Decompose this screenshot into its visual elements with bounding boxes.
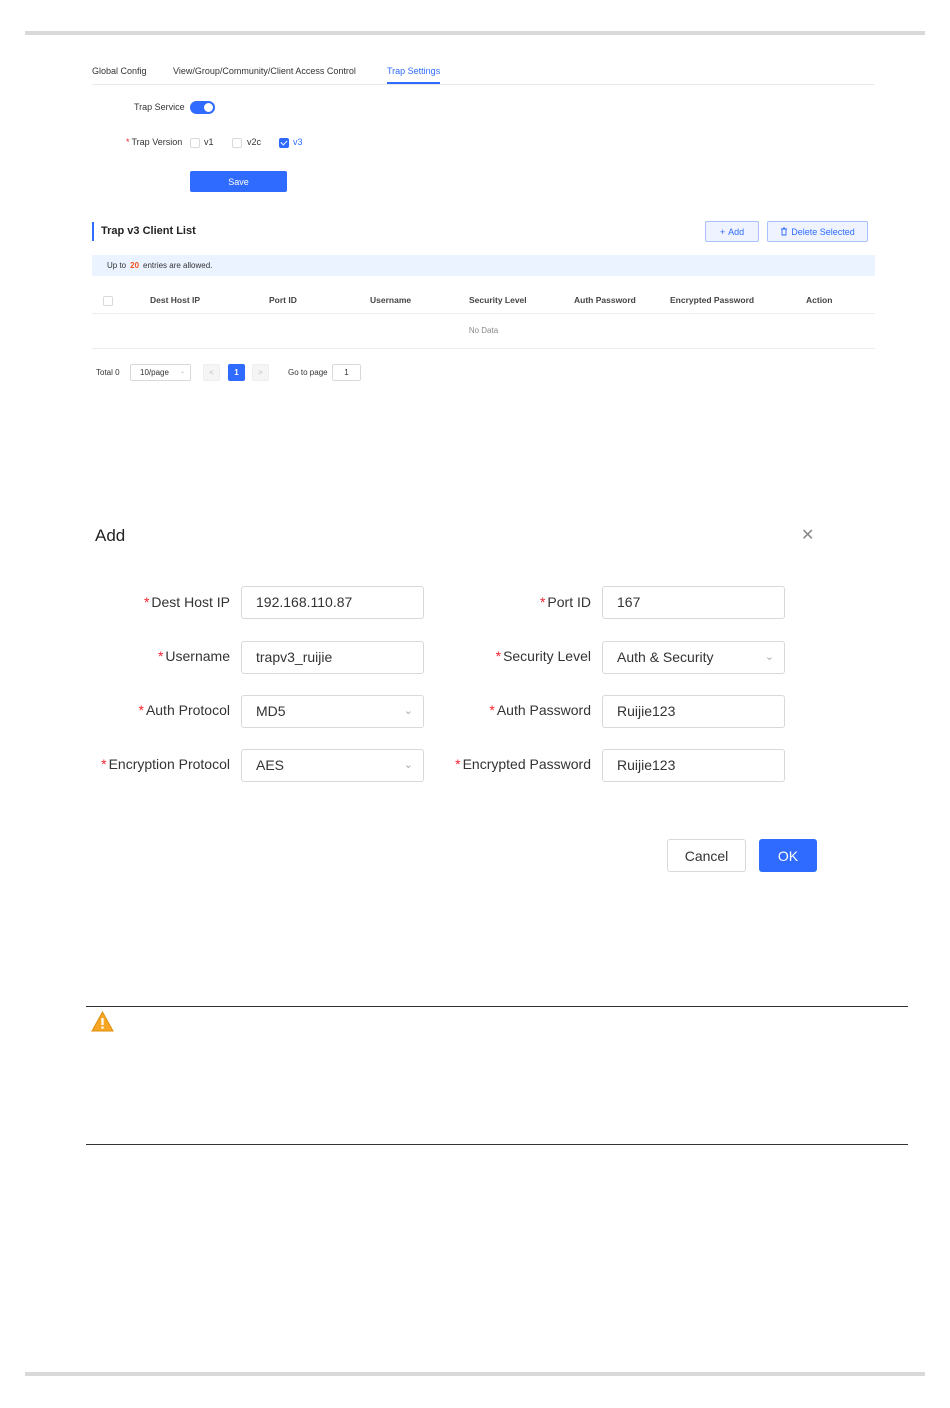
goto-page-input[interactable]: 1 (332, 364, 361, 381)
security-level-label: * Security Level (495, 648, 591, 664)
encrypted-password-input[interactable]: Ruijie123 (602, 749, 785, 782)
pagination-total: Total 0 (96, 368, 120, 377)
col-username: Username (370, 295, 412, 305)
tab-trap-settings[interactable]: Trap Settings (387, 66, 440, 76)
page-bottom-rule (25, 1372, 925, 1376)
port-id-input[interactable]: 167 (602, 586, 785, 619)
encryption-protocol-label: * Encryption Protocol (101, 756, 230, 772)
delete-selected-label: Delete Selected (791, 226, 855, 237)
table-empty-text: No Data (468, 326, 499, 335)
warning-top-rule (86, 1006, 908, 1007)
col-auth-password: Auth Password (574, 295, 636, 305)
tab-access-control[interactable]: View/Group/Community/Client Access Contr… (173, 66, 356, 76)
notice-count: 20 (130, 261, 140, 270)
goto-page-label: Go to page (288, 368, 328, 377)
col-dest-host-ip: Dest Host IP (150, 295, 201, 305)
page-size-select[interactable]: 10/page ⌄ (130, 364, 191, 381)
auth-password-input[interactable]: Ruijie123 (602, 695, 785, 728)
version-v3-label: v3 (293, 137, 303, 147)
version-v3-checkbox[interactable] (279, 138, 289, 148)
col-security-level: Security Level (469, 295, 527, 305)
dest-host-ip-label: * Dest Host IP (143, 594, 230, 610)
page-top-rule (25, 31, 925, 35)
active-tab-indicator (387, 82, 440, 84)
add-button-label: Add (728, 226, 745, 237)
warning-icon (91, 1011, 114, 1032)
notice-suffix: entries are allowed. (143, 261, 213, 270)
table-header-divider (92, 313, 875, 314)
table-bottom-divider (92, 348, 875, 349)
chevron-down-icon: ⌄ (179, 369, 185, 375)
add-button[interactable]: + Add (705, 221, 759, 242)
auth-protocol-label: * Auth Protocol (138, 702, 230, 718)
trash-icon (781, 227, 788, 236)
tab-global-config[interactable]: Global Config (92, 66, 147, 76)
version-v2c-checkbox[interactable] (232, 138, 242, 148)
plus-icon: + (719, 226, 726, 237)
dest-host-ip-input[interactable]: 192.168.110.87 (241, 586, 424, 619)
client-list-title: Trap v3 Client List (92, 222, 196, 241)
chevron-down-icon: ⌄ (403, 705, 413, 717)
encrypted-password-label: * Encrypted Password (455, 756, 591, 772)
version-v2c-label: v2c (247, 137, 262, 147)
version-v1-label: v1 (204, 137, 214, 147)
auth-password-label: * Auth Password (489, 702, 591, 718)
version-v1-checkbox[interactable] (190, 138, 200, 148)
next-page-button[interactable]: > (252, 364, 269, 381)
close-icon[interactable]: ✕ (801, 525, 814, 545)
page-1-button[interactable]: 1 (228, 364, 245, 381)
col-port-id: Port ID (269, 295, 297, 305)
chevron-down-icon: ⌄ (764, 651, 774, 663)
modal-title: Add (95, 526, 126, 545)
col-action: Action (806, 295, 833, 305)
port-id-label: * Port ID (539, 594, 591, 610)
security-level-select[interactable]: Auth & Security ⌄ (602, 641, 785, 674)
save-button[interactable]: Save (190, 171, 287, 192)
trap-service-toggle[interactable] (190, 101, 215, 114)
username-input[interactable]: trapv3_ruijie (241, 641, 424, 674)
ok-button[interactable]: OK (759, 839, 817, 872)
prev-page-button[interactable]: < (203, 364, 220, 381)
notice-prefix: Up to (107, 261, 127, 270)
tab-bar: Global Config View/Group/Community/Clien… (92, 60, 874, 85)
page-size-value: 10/page (140, 368, 169, 377)
entries-limit-notice: Up to 20 entries are allowed. (92, 255, 875, 276)
cancel-button[interactable]: Cancel (667, 839, 746, 872)
trap-service-label: Trap Service (134, 102, 185, 112)
toggle-knob (204, 103, 213, 112)
encryption-protocol-select[interactable]: AES ⌄ (241, 749, 424, 782)
chevron-down-icon: ⌄ (403, 759, 413, 771)
col-encrypted-password: Encrypted Password (670, 295, 755, 305)
warning-bottom-rule (86, 1144, 908, 1145)
auth-protocol-select[interactable]: MD5 ⌄ (241, 695, 424, 728)
trap-version-label: * Trap Version (126, 137, 183, 147)
username-label: * Username (157, 648, 230, 664)
delete-selected-button[interactable]: Delete Selected (767, 221, 868, 242)
select-all-checkbox[interactable] (103, 296, 113, 306)
